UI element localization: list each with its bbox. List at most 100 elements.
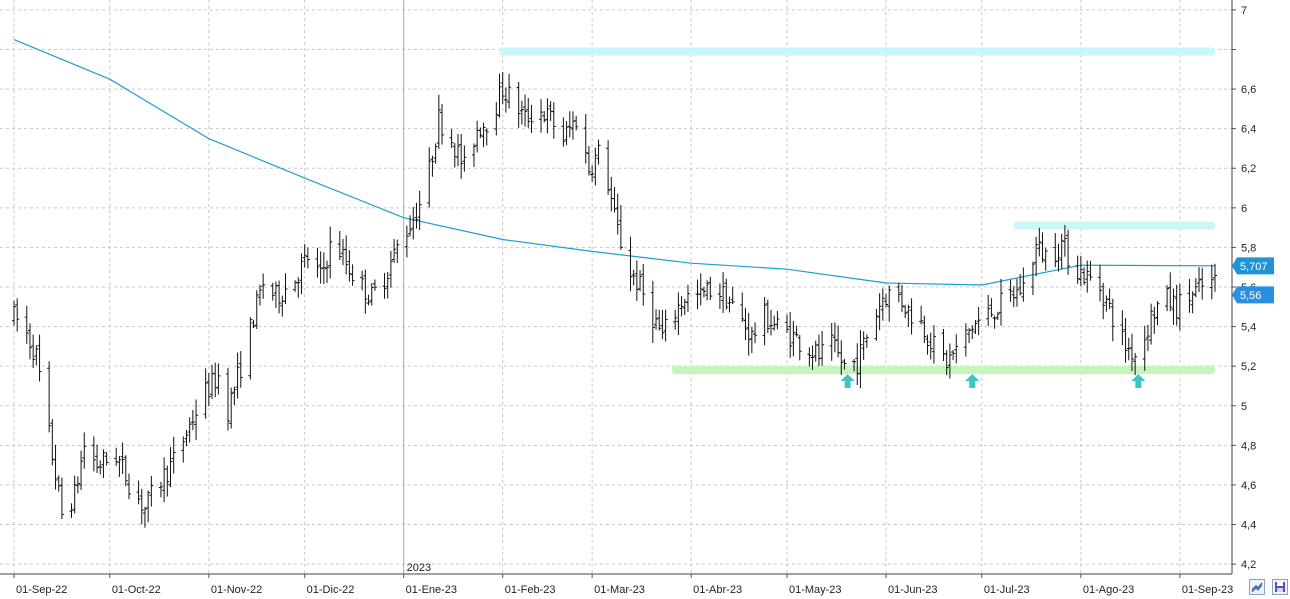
price-bar: [526, 97, 531, 128]
price-bar: [1145, 324, 1150, 352]
price-bar: [874, 308, 879, 341]
price-bar: [171, 436, 176, 474]
price-bar: [721, 272, 726, 314]
price-bar: [816, 334, 821, 367]
y-tick-label: 6,6: [1241, 84, 1256, 96]
price-bar: [382, 272, 387, 299]
price-bar: [392, 239, 397, 263]
price-bar: [162, 457, 167, 503]
price-bar: [567, 111, 572, 138]
up-arrow-icon: [1131, 374, 1146, 388]
price-bar: [213, 362, 218, 398]
price-bar: [1200, 267, 1205, 300]
price-bar: [254, 290, 259, 329]
price-bar: [523, 94, 528, 127]
price-bar: [104, 452, 109, 466]
price-bar: [238, 351, 243, 388]
price-bar: [998, 278, 1003, 326]
price-bar: [82, 432, 87, 469]
price-bar: [807, 347, 812, 367]
x-tick-label: 01-Jul-23: [984, 584, 1030, 596]
price-bar: [318, 251, 323, 284]
price-bar: [1088, 260, 1093, 281]
price-bar: [427, 147, 432, 208]
price-bar: [117, 455, 122, 477]
price-bar: [293, 280, 298, 292]
x-tick-label: 01-Sep-22: [16, 584, 67, 596]
save-disk-icon: [1275, 582, 1285, 592]
price-bar: [545, 98, 550, 134]
price-bar: [1110, 298, 1115, 342]
y-tick-label: 6: [1241, 203, 1247, 215]
moving-average-line: [13, 39, 1216, 286]
badge-value: 5,707: [1240, 261, 1268, 273]
price-bar: [634, 260, 639, 301]
price-bar: [583, 114, 588, 164]
x-tick-label: 01-Abr-23: [693, 584, 742, 596]
price-bar: [433, 143, 438, 164]
price-bar: [56, 475, 61, 492]
price-bar: [455, 134, 460, 167]
price-bar: [1209, 264, 1214, 300]
price-bar: [507, 73, 512, 109]
price-bar: [657, 309, 662, 331]
price-bar: [497, 73, 502, 118]
price-bar: [69, 503, 74, 518]
price-bar: [471, 143, 476, 167]
y-tick-label: 7: [1241, 5, 1247, 17]
price-bar: [551, 102, 556, 139]
price-bar: [1030, 261, 1035, 296]
price-bar: [1213, 263, 1217, 292]
price-bar: [1034, 236, 1039, 277]
price-bar: [216, 363, 221, 395]
chart-canvas: 4,24,44,64,855,25,45,65,866,26,46,6701-S…: [0, 0, 1274, 596]
price-bar: [1037, 227, 1042, 257]
x-tick-label: 01-Nov-22: [211, 584, 262, 596]
price-bar: [679, 295, 684, 317]
price-bar: [1098, 264, 1103, 302]
chart-toggle-button[interactable]: [1249, 579, 1265, 595]
up-arrow-icon: [840, 374, 855, 388]
price-bar: [1104, 295, 1109, 312]
price-bar: [976, 306, 981, 336]
price-bar: [270, 282, 275, 301]
price-bar: [139, 488, 144, 525]
price-bar: [411, 206, 416, 240]
price-bar: [641, 263, 646, 306]
x-tick-label: 01-Dic-22: [307, 584, 355, 596]
x-tick-label: 01-May-23: [789, 584, 842, 596]
price-bar: [503, 87, 508, 113]
y-tick-label: 4,8: [1241, 440, 1256, 452]
price-bar: [203, 368, 208, 419]
badge-value: 5,56: [1240, 290, 1261, 302]
price-bar: [593, 147, 598, 186]
price-bar: [1168, 272, 1173, 312]
price-bar: [404, 225, 409, 258]
price-bar: [1187, 278, 1192, 313]
price-bar: [727, 296, 732, 313]
price-bar: [765, 299, 770, 334]
price-bar: [746, 312, 751, 356]
axes: [0, 0, 1236, 578]
price-bar: [165, 465, 170, 497]
price-bar: [612, 187, 617, 213]
last-value-badges: 5,707 5,56: [1232, 257, 1274, 304]
moving-average-layer: [13, 39, 1216, 286]
price-bar: [299, 253, 304, 295]
price-bar: [887, 285, 892, 322]
price-bar: [663, 309, 668, 342]
price-bar: [328, 226, 333, 279]
resistance-band-july: [1013, 221, 1215, 230]
save-button[interactable]: [1272, 579, 1288, 595]
y-tick-label: 4,4: [1241, 520, 1256, 532]
price-bar: [615, 193, 620, 235]
price-bar: [963, 323, 968, 357]
price-bar: [436, 94, 441, 149]
price-bar: [47, 361, 52, 433]
price-bar: [395, 239, 400, 263]
price-bar: [126, 473, 131, 500]
price-bar: [1123, 318, 1128, 363]
price-bar: [660, 309, 665, 340]
price-bar: [72, 475, 77, 514]
price-bar: [1155, 301, 1160, 326]
